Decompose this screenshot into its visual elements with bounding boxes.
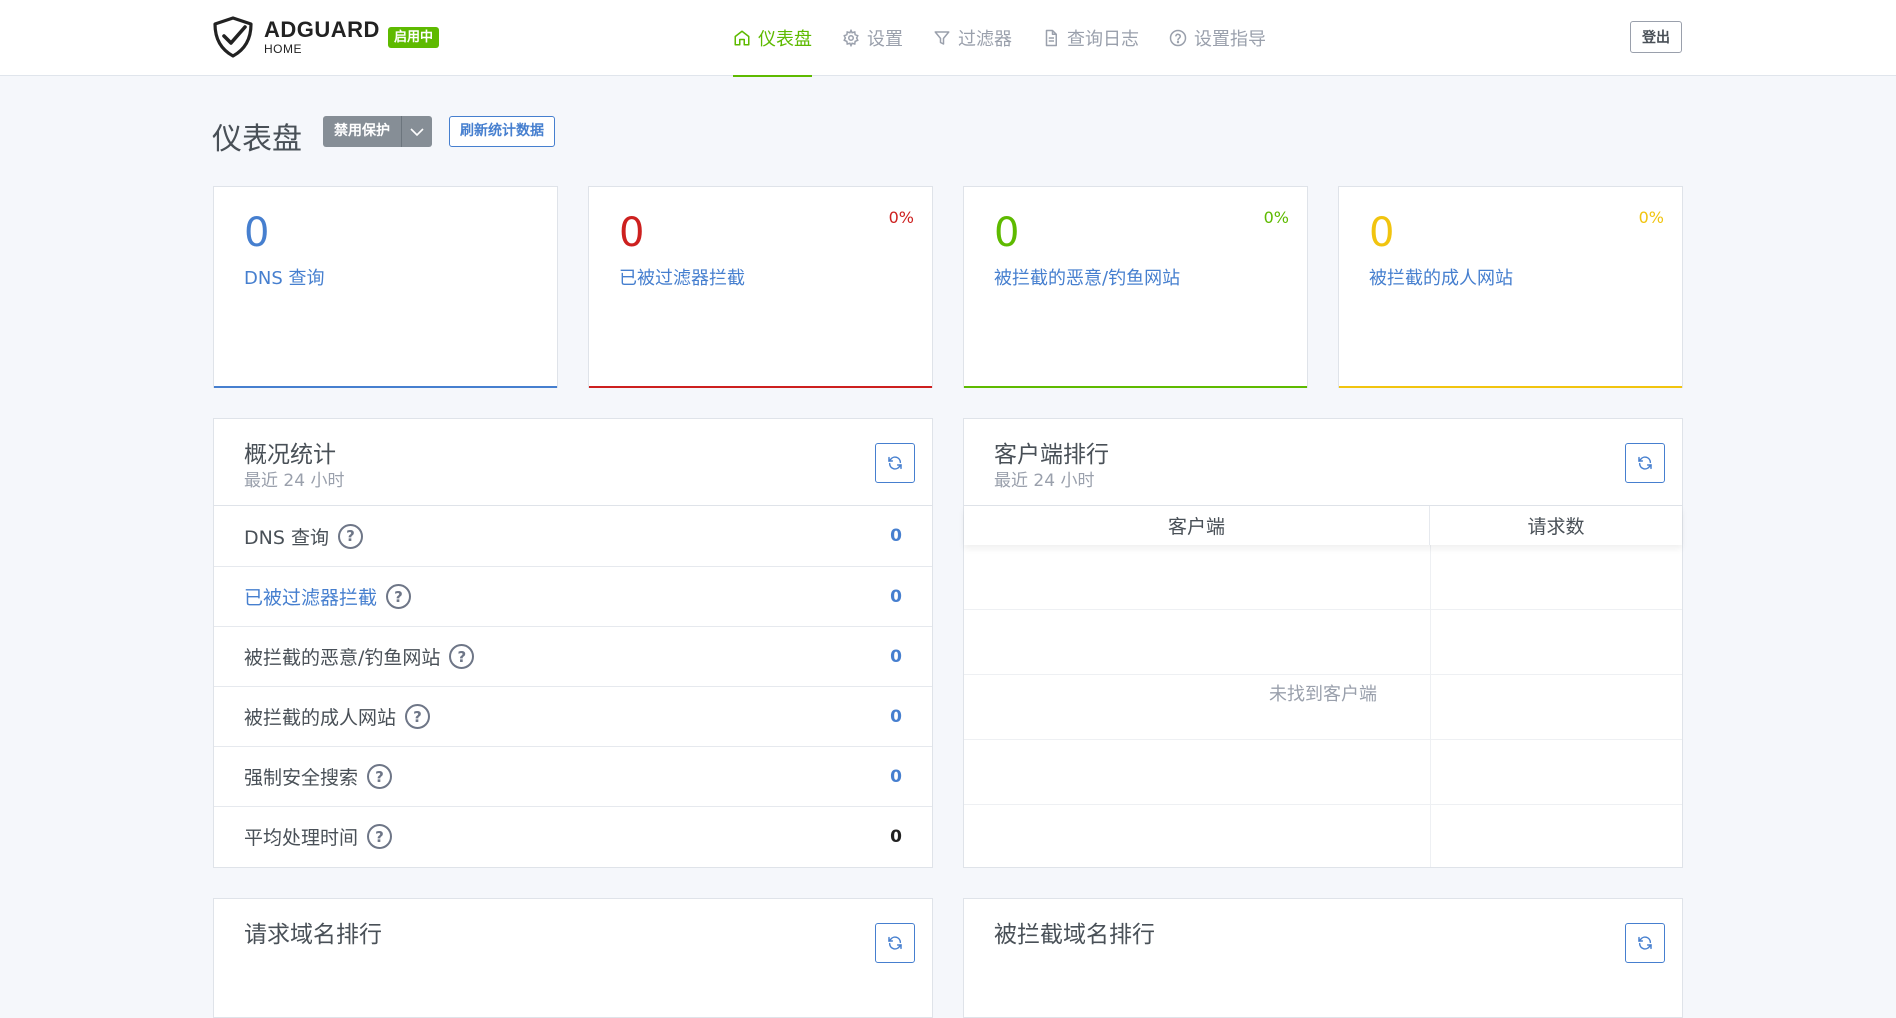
stat-percent: 0%	[888, 208, 914, 227]
row-label-link[interactable]: 已被过滤器拦截	[244, 583, 377, 610]
help-icon[interactable]: ?	[405, 704, 431, 729]
stat-card-blocked-adult[interactable]: 0 被拦截的成人网站 0%	[1338, 186, 1683, 388]
top-blocked-domains-panel: 被拦截域名排行	[963, 898, 1683, 1018]
overview-row-blocked-malware: 被拦截的恶意/钓鱼网站 ? 0	[214, 626, 932, 686]
panel-title: 概况统计	[244, 442, 336, 468]
stat-value: 0	[244, 210, 270, 256]
nav-setup-guide-label: 设置指导	[1194, 29, 1266, 50]
refresh-queried-domains-button[interactable]	[875, 923, 915, 963]
refresh-icon	[888, 936, 902, 950]
nav-query-log[interactable]: 查询日志	[1042, 0, 1139, 76]
table-row	[964, 740, 1682, 805]
chevron-down-icon	[410, 127, 424, 136]
stat-label: DNS 查询	[244, 268, 325, 289]
logout-button[interactable]: 登出	[1630, 21, 1682, 53]
nav-settings-label: 设置	[867, 29, 903, 50]
disable-protection-toggle[interactable]	[401, 116, 432, 147]
nav-setup-guide[interactable]: 设置指导	[1169, 0, 1266, 76]
overview-stats-panel: 概况统计 最近 24 小时 DNS 查询 ? 0 已被过滤器拦截 ? 0 被拦截…	[213, 418, 933, 868]
refresh-icon	[1638, 456, 1652, 470]
stat-value: 0	[619, 210, 645, 256]
row-value: 0	[890, 766, 902, 787]
column-divider	[1430, 545, 1431, 867]
panel-title: 被拦截域名排行	[994, 922, 1155, 948]
disable-protection-dropdown: 禁用保护	[323, 116, 432, 147]
stat-percent: 0%	[1638, 208, 1664, 227]
stat-color-bar	[589, 386, 932, 388]
row-value: 0	[890, 526, 902, 546]
nav-dashboard-label: 仪表盘	[758, 29, 812, 50]
help-icon[interactable]: ?	[367, 764, 393, 789]
document-icon	[1045, 29, 1057, 47]
column-header-client[interactable]: 客户端	[964, 506, 1430, 545]
filter-icon	[934, 31, 950, 45]
overview-row-blocked-adult: 被拦截的成人网站 ? 0	[214, 686, 932, 746]
row-value: 0	[890, 826, 902, 847]
row-value: 0	[890, 706, 902, 727]
page-title: 仪表盘	[212, 122, 302, 157]
stat-color-bar	[1339, 386, 1682, 388]
stat-label: 被拦截的恶意/钓鱼网站	[994, 268, 1181, 289]
logo-subtitle: HOME	[264, 42, 302, 56]
top-queried-domains-panel: 请求域名排行	[213, 898, 933, 1018]
refresh-blocked-domains-button[interactable]	[1625, 923, 1665, 963]
clients-table-body: 未找到客户端	[964, 545, 1682, 867]
overview-row-avg-processing-time: 平均处理时间 ? 0	[214, 806, 932, 866]
help-icon[interactable]: ?	[337, 523, 363, 549]
clients-table-header: 客户端 请求数	[964, 506, 1682, 545]
adguard-logo[interactable]: ADGUARD HOME	[212, 16, 380, 58]
stat-card-blocked-filters[interactable]: 0 已被过滤器拦截 0%	[588, 186, 933, 388]
table-row	[964, 545, 1682, 610]
panel-subtitle: 最近 24 小时	[244, 471, 345, 491]
nav-dashboard[interactable]: 仪表盘	[733, 0, 812, 77]
overview-row-safe-search: 强制安全搜索 ? 0	[214, 746, 932, 806]
panel-title: 客户端排行	[994, 442, 1109, 468]
overview-row-dns-queries: DNS 查询 ? 0	[214, 506, 932, 566]
row-label: 平均处理时间	[244, 827, 359, 849]
nav-filters[interactable]: 过滤器	[933, 0, 1012, 76]
refresh-icon	[1638, 936, 1652, 950]
main-nav: 仪表盘 设置 过滤器 查询日志 设置指导	[733, 0, 1296, 77]
stat-value: 0	[994, 210, 1020, 256]
refresh-stats-button[interactable]: 刷新统计数据	[449, 116, 555, 147]
overview-row-blocked-filters: 已被过滤器拦截 ? 0	[214, 566, 932, 626]
stat-percent: 0%	[1263, 208, 1289, 227]
stat-label: 已被过滤器拦截	[619, 268, 745, 289]
nav-filters-label: 过滤器	[958, 29, 1012, 50]
row-value: 0	[890, 646, 902, 667]
shield-check-icon	[213, 16, 253, 58]
stat-color-bar	[214, 386, 557, 388]
stat-card-blocked-malware[interactable]: 0 被拦截的恶意/钓鱼网站 0%	[963, 186, 1308, 388]
help-icon[interactable]: ?	[449, 644, 475, 669]
nav-query-log-label: 查询日志	[1067, 29, 1139, 50]
column-header-requests[interactable]: 请求数	[1430, 506, 1682, 545]
panel-subtitle: 最近 24 小时	[994, 471, 1095, 491]
row-label: 被拦截的恶意/钓鱼网站	[244, 647, 441, 669]
help-circle-icon	[1169, 29, 1187, 47]
stat-label: 被拦截的成人网站	[1369, 268, 1513, 289]
help-icon[interactable]: ?	[367, 824, 393, 849]
table-row	[964, 610, 1682, 675]
top-clients-panel: 客户端排行 最近 24 小时 未找到客户端 客户端 请求数	[963, 418, 1683, 868]
refresh-clients-button[interactable]	[1625, 443, 1665, 483]
logo-name: ADGUARD	[264, 17, 380, 42]
home-icon	[734, 30, 750, 46]
no-clients-message: 未找到客户端	[1269, 684, 1377, 705]
row-value: 0	[890, 586, 902, 607]
protection-status-badge: 启用中	[388, 27, 440, 48]
row-label: 被拦截的成人网站	[244, 707, 397, 729]
stat-card-dns-queries[interactable]: 0 DNS 查询	[213, 186, 558, 388]
nav-settings[interactable]: 设置	[842, 0, 903, 76]
disable-protection-button[interactable]: 禁用保护	[323, 116, 401, 147]
refresh-overview-button[interactable]	[875, 443, 915, 483]
gear-icon	[843, 29, 859, 47]
top-header: ADGUARD HOME 启用中 仪表盘 设置 过滤器 查询日志 设置指导 登出	[0, 0, 1896, 77]
panel-title: 请求域名排行	[244, 922, 382, 948]
help-icon[interactable]: ?	[386, 584, 412, 609]
stat-color-bar	[964, 386, 1307, 388]
row-label: 强制安全搜索	[244, 767, 359, 789]
row-label: DNS 查询	[244, 526, 329, 549]
refresh-icon	[888, 456, 902, 470]
stat-value: 0	[1369, 210, 1395, 256]
